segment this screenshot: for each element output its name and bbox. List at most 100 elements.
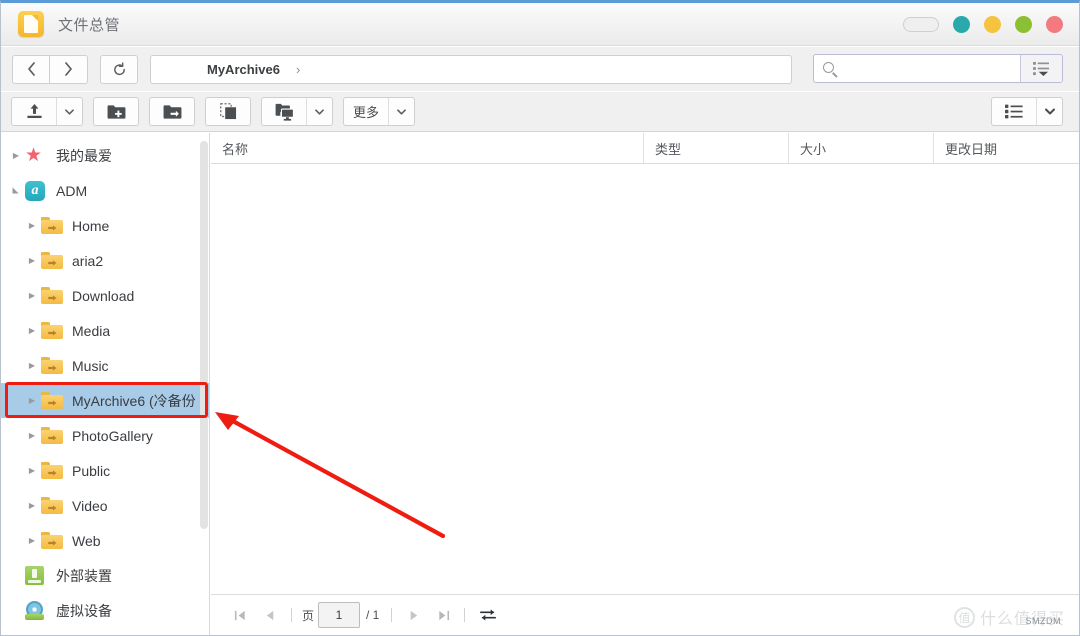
prev-page-button[interactable] — [255, 601, 285, 629]
sidebar-item[interactable]: ▶ Web — [1, 523, 209, 558]
folder-icon — [41, 462, 63, 479]
list-view-caret[interactable] — [1036, 98, 1062, 125]
folder-icon — [41, 427, 63, 444]
sync-refresh-button[interactable] — [479, 607, 497, 623]
sidebar-item[interactable]: ▶ ★ 我的最爱 — [1, 138, 209, 173]
upload-button-main[interactable] — [12, 98, 56, 125]
folder-add-icon — [107, 104, 125, 119]
last-page-icon — [439, 610, 449, 620]
column-header-type[interactable]: 类型 — [644, 133, 789, 163]
search-input[interactable] — [814, 55, 1020, 82]
yellow-dot[interactable] — [984, 16, 1001, 33]
sidebar-item[interactable]: ▶外部装置 — [1, 558, 209, 593]
divider — [464, 608, 466, 622]
copy-main[interactable] — [206, 98, 250, 125]
twisty-collapsed-icon[interactable]: ▶ — [23, 396, 41, 405]
breadcrumb-current[interactable]: MyArchive6 — [207, 62, 280, 77]
search-filter-button[interactable] — [1020, 55, 1062, 82]
list-view-main[interactable] — [992, 98, 1036, 125]
page-total: / 1 — [366, 608, 380, 622]
address-bar[interactable]: MyArchive6 › — [150, 54, 792, 84]
star-icon: ★ — [25, 145, 43, 166]
new-folder-button[interactable] — [93, 97, 139, 126]
divider — [291, 608, 292, 622]
more-caret[interactable] — [388, 98, 414, 125]
last-page-button[interactable] — [428, 601, 458, 629]
more-button-label[interactable]: 更多 — [344, 98, 388, 125]
sidebar-item-label: 虚拟设备 — [56, 602, 112, 619]
folder-icon — [41, 322, 63, 339]
sidebar-item-icon-wrap: ★ — [25, 146, 47, 166]
sidebar-item-label: PhotoGallery — [72, 427, 153, 444]
twisty-collapsed-icon[interactable]: ▶ — [23, 501, 41, 510]
column-header-size[interactable]: 大小 — [789, 133, 934, 163]
document-icon — [18, 11, 44, 37]
list-view-button[interactable] — [991, 97, 1063, 126]
share-folder-main[interactable] — [150, 98, 194, 125]
remote-mount-button[interactable] — [261, 97, 333, 126]
twisty-collapsed-icon[interactable]: ▶ — [23, 256, 41, 265]
sidebar-item[interactable]: ▶ Music — [1, 348, 209, 383]
refresh-icon — [113, 61, 125, 75]
twisty-collapsed-icon[interactable]: ▶ — [23, 221, 41, 230]
copy-button[interactable] — [205, 97, 251, 126]
upload-button[interactable] — [11, 97, 83, 126]
sidebar-item-icon-wrap — [25, 601, 47, 621]
sidebar-item[interactable]: ▶ Public — [1, 453, 209, 488]
twisty-expanded-icon[interactable]: ◢ — [12, 182, 21, 200]
red-dot[interactable] — [1046, 16, 1063, 33]
folder-icon — [41, 392, 63, 409]
forward-button[interactable] — [50, 54, 88, 84]
more-button[interactable]: 更多 — [343, 97, 415, 126]
column-header-modified[interactable]: 更改日期 — [934, 133, 1079, 163]
twisty-collapsed-icon[interactable]: ▶ — [23, 291, 41, 300]
pagination-bar: 页 / 1 — [211, 594, 1079, 635]
sidebar-item[interactable]: ▶ Media — [1, 313, 209, 348]
sidebar-item[interactable]: ▶虚拟设备 — [1, 593, 209, 628]
pill-control[interactable] — [903, 17, 939, 32]
new-folder-main[interactable] — [94, 98, 138, 125]
sidebar-item[interactable]: ▶ aria2 — [1, 243, 209, 278]
column-header-name[interactable]: 名称 — [211, 133, 644, 163]
folder-icon — [41, 532, 63, 549]
next-page-icon — [410, 610, 418, 620]
sidebar-item-icon-wrap — [41, 356, 63, 376]
twisty-collapsed-icon[interactable]: ▶ — [23, 326, 41, 335]
sidebar-item[interactable]: ▶ Download — [1, 278, 209, 313]
search-icon — [823, 62, 834, 73]
share-folder-button[interactable] — [149, 97, 195, 126]
sidebar-item[interactable]: ▶ PhotoGallery — [1, 418, 209, 453]
sidebar-scrollbar[interactable] — [200, 141, 208, 529]
folder-icon — [41, 357, 63, 374]
sidebar-item-icon-wrap — [41, 286, 63, 306]
remote-mount-caret[interactable] — [306, 98, 332, 125]
twisty-collapsed-icon[interactable]: ▶ — [23, 536, 41, 545]
green-dot[interactable] — [1015, 16, 1032, 33]
twisty-collapsed-icon[interactable]: ▶ — [23, 361, 41, 370]
sidebar-item[interactable]: ▶ Home — [1, 208, 209, 243]
first-page-button[interactable] — [225, 601, 255, 629]
page-number-input[interactable] — [318, 602, 361, 628]
sidebar-item-icon-wrap — [41, 251, 63, 271]
refresh-button[interactable] — [100, 54, 138, 84]
view-options — [991, 97, 1063, 126]
sidebar-item[interactable]: ◢ a ADM — [1, 173, 209, 208]
upload-caret[interactable] — [56, 98, 82, 125]
twisty-collapsed-icon[interactable]: ▶ — [23, 431, 41, 440]
sidebar-item[interactable]: ▶ MyArchive6 (冷备份) — [1, 383, 209, 418]
toolbar: 更多 — [1, 92, 1079, 132]
remote-mount-main[interactable] — [262, 98, 306, 125]
back-button[interactable] — [12, 54, 50, 84]
sidebar-item[interactable]: ▶ Video — [1, 488, 209, 523]
adm-icon: a — [25, 180, 45, 201]
sidebar-item-label: Public — [72, 462, 111, 479]
teal-dot[interactable] — [953, 16, 970, 33]
chevron-right-icon — [65, 62, 72, 76]
file-list-body[interactable] — [211, 164, 1079, 594]
twisty-collapsed-icon[interactable]: ▶ — [7, 151, 25, 160]
title-bar: 文件总管 — [1, 3, 1079, 46]
twisty-collapsed-icon[interactable]: ▶ — [23, 466, 41, 475]
next-page-button[interactable] — [398, 601, 428, 629]
sidebar-item-icon-wrap — [41, 216, 63, 236]
window-controls — [903, 3, 1063, 46]
